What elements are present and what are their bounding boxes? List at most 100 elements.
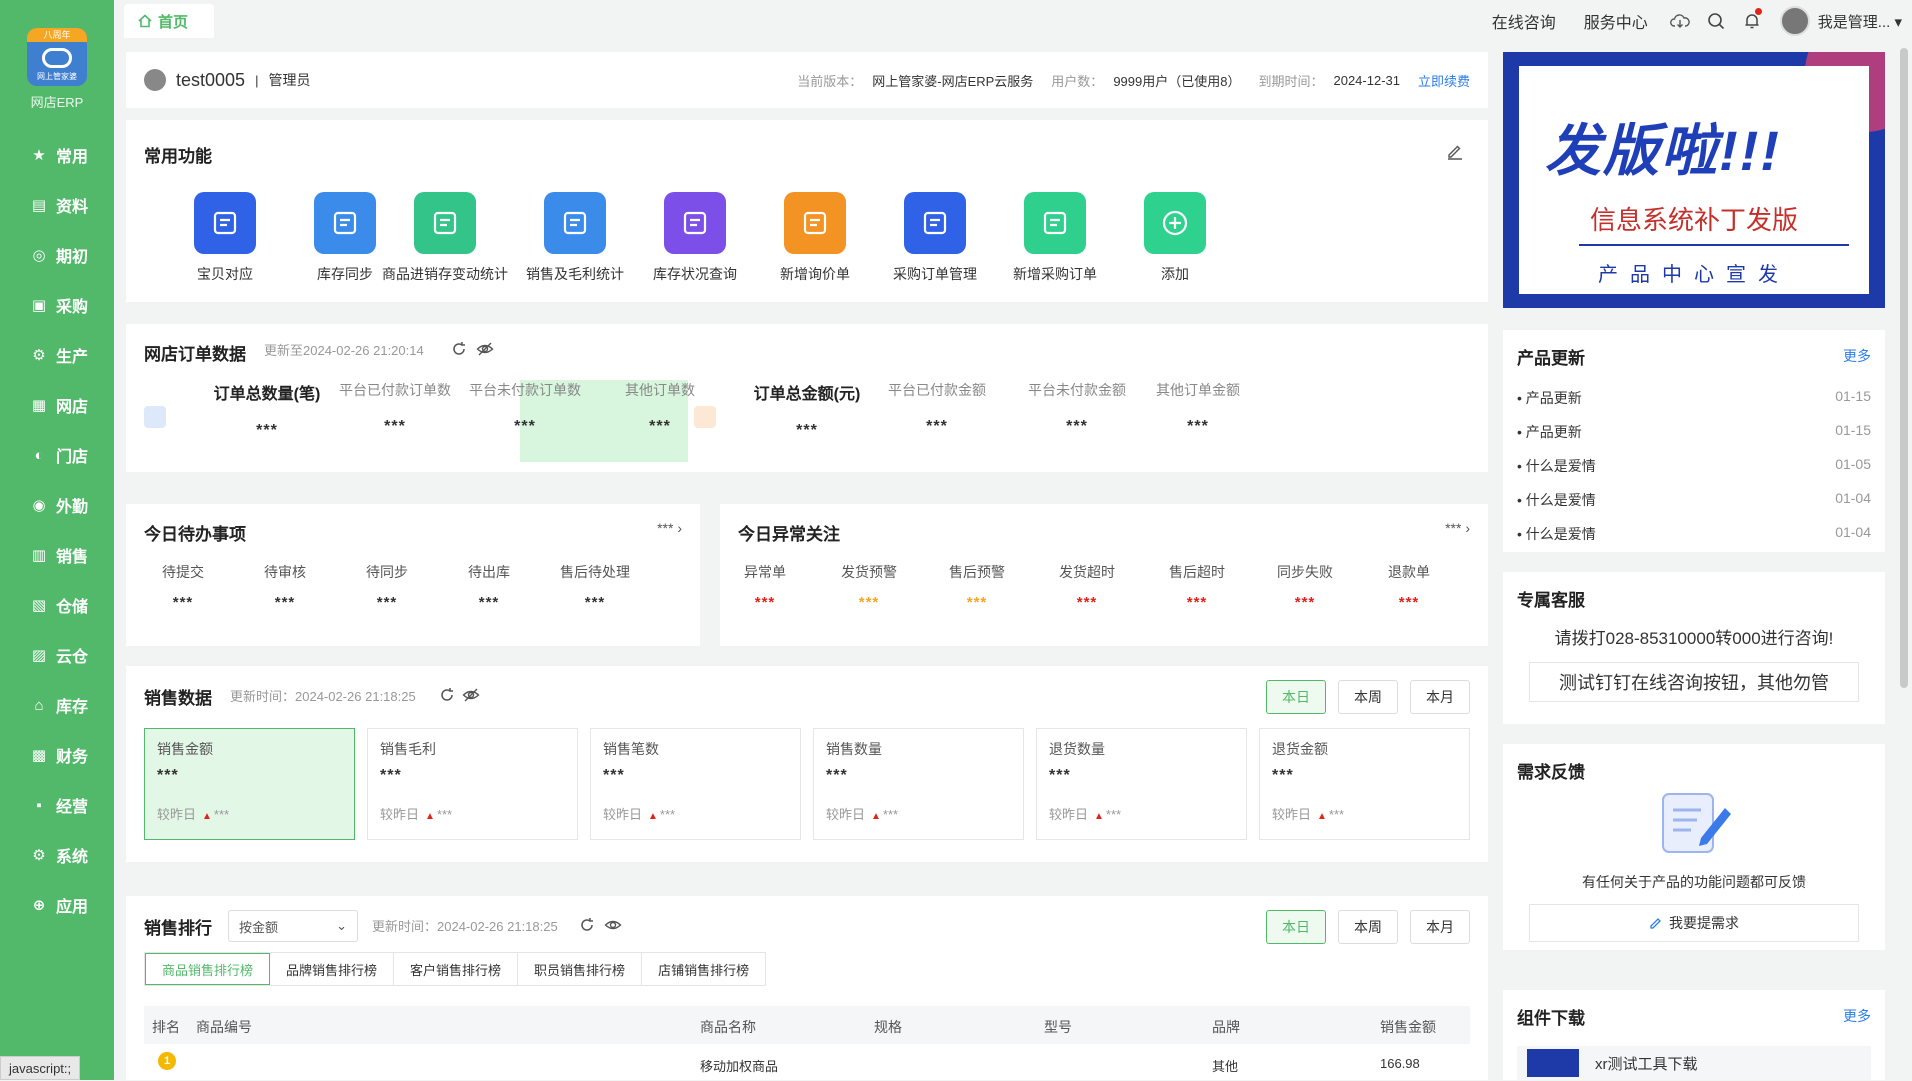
update-item[interactable]: • 什么是爱情 01-05: [1517, 456, 1871, 476]
abnormal-item[interactable]: 发货超时 ***: [1042, 562, 1132, 611]
ranking-tab[interactable]: 店铺销售排行榜: [642, 953, 765, 985]
table-header-cell[interactable]: 品牌: [1212, 1017, 1240, 1037]
table-header-cell[interactable]: 规格: [874, 1017, 902, 1037]
ranking-tab[interactable]: 职员销售排行榜: [518, 953, 643, 985]
abnormal-item[interactable]: 同步失败 ***: [1260, 562, 1350, 611]
order-stat[interactable]: 其他订单数 ***: [596, 380, 724, 436]
sidebar-item-target[interactable]: ◎ 期初: [0, 230, 114, 280]
downloads-more-link[interactable]: 更多: [1843, 1006, 1871, 1026]
sidebar-item-factory[interactable]: ⚙ 生产: [0, 330, 114, 380]
updates-more-link[interactable]: 更多: [1843, 346, 1871, 366]
sales-metric-card[interactable]: 销售笔数 *** 较昨日 ▲ ***: [590, 728, 801, 840]
abnormal-item[interactable]: 退款单 ***: [1364, 562, 1454, 611]
service-consult-button[interactable]: 测试钉钉在线咨询按钮，其他勿管: [1529, 662, 1859, 702]
tab-home[interactable]: 首页: [124, 4, 214, 38]
sales-period-button[interactable]: 本月: [1410, 680, 1470, 714]
sales-period-button[interactable]: 本日: [1266, 680, 1326, 714]
todo-item[interactable]: 待审核 ***: [240, 562, 330, 611]
cloud-download-icon[interactable]: [1662, 0, 1698, 42]
todo-item[interactable]: 待出库 ***: [444, 562, 534, 611]
sales-metric-card[interactable]: 退货数量 *** 较昨日 ▲ ***: [1036, 728, 1247, 840]
table-row[interactable]: 1 移动加权商品 其他 166.98: [144, 1044, 1470, 1080]
sidebar-item-cart[interactable]: ▣ 采购: [0, 280, 114, 330]
ranking-period-button[interactable]: 本月: [1410, 910, 1470, 944]
table-header-cell[interactable]: 商品名称: [700, 1017, 756, 1037]
ranking-sort-select[interactable]: 按金额 ⌄: [228, 910, 358, 942]
todo-item[interactable]: 待同步 ***: [342, 562, 432, 611]
sidebar-item-chart[interactable]: ▥ 销售: [0, 530, 114, 580]
refresh-icon[interactable]: [450, 340, 468, 358]
arrow-up-icon: ▲: [425, 811, 435, 822]
table-header-cell[interactable]: 商品编号: [196, 1017, 252, 1037]
eye-off-icon[interactable]: [462, 686, 480, 704]
download-item[interactable]: xr测试工具下载: [1517, 1046, 1871, 1080]
order-stat[interactable]: 订单总金额(元) ***: [732, 380, 882, 440]
sales-metric-card[interactable]: 销售毛利 *** 较昨日 ▲ ***: [367, 728, 578, 840]
sidebar-item-cloud-warehouse[interactable]: ▨ 云仓: [0, 630, 114, 680]
sidebar-item-document[interactable]: ▤ 资料: [0, 180, 114, 230]
sales-metric-card[interactable]: 销售金额 *** 较昨日 ▲ ***: [144, 728, 355, 840]
function-icon: [1024, 192, 1086, 254]
abnormal-item[interactable]: 异常单 ***: [720, 562, 810, 611]
order-stat[interactable]: 平台未付款订单数 ***: [444, 380, 606, 436]
eye-off-icon[interactable]: [476, 340, 494, 358]
update-item[interactable]: • 产品更新 01-15: [1517, 388, 1871, 408]
ranking-period-button[interactable]: 本周: [1338, 910, 1398, 944]
service-center-button[interactable]: 服务中心: [1570, 9, 1662, 33]
submit-request-button[interactable]: 我要提需求: [1529, 904, 1859, 942]
page-scrollbar[interactable]: [1900, 48, 1908, 688]
sidebar-item-business[interactable]: ▪ 经营: [0, 780, 114, 830]
sidebar-item-apps[interactable]: ⊕ 应用: [0, 880, 114, 930]
todo-item-value: ***: [584, 594, 606, 611]
order-stat[interactable]: 平台已付款金额 ***: [872, 380, 1002, 436]
sales-metric-card[interactable]: 退货金额 *** 较昨日 ▲ ***: [1259, 728, 1470, 840]
sidebar-item-shop[interactable]: ▦ 网店: [0, 380, 114, 430]
ranking-tab[interactable]: 品牌销售排行榜: [270, 953, 395, 985]
sidebar-item-field[interactable]: ◉ 外勤: [0, 480, 114, 530]
user-name: 我是管理...: [1817, 13, 1891, 31]
edit-icon[interactable]: [1446, 142, 1464, 160]
refresh-icon[interactable]: [578, 916, 596, 934]
search-icon[interactable]: [1698, 0, 1734, 42]
abnormal-more-button[interactable]: *** ›: [1445, 520, 1470, 536]
table-header-cell[interactable]: 排名: [152, 1017, 180, 1037]
sidebar-item-finance[interactable]: ▩ 财务: [0, 730, 114, 780]
abnormal-item[interactable]: 发货预警 ***: [824, 562, 914, 611]
release-banner[interactable]: 发版啦!!! 信息系统补丁发版 产品中心宣发: [1503, 52, 1885, 308]
update-item[interactable]: • 什么是爱情 01-04: [1517, 524, 1871, 544]
compare-value: ***: [213, 807, 230, 822]
sidebar-item-star[interactable]: ★ 常用: [0, 130, 114, 180]
ranking-tab[interactable]: 商品销售排行榜: [145, 953, 271, 985]
todo-item[interactable]: 待提交 ***: [138, 562, 228, 611]
app-logo[interactable]: 八周年 网上管家婆: [27, 28, 87, 86]
function-shortcut[interactable]: 商品进销存变动统计: [372, 180, 518, 284]
sidebar-item-inventory[interactable]: ⌂ 库存: [0, 680, 114, 730]
refresh-icon[interactable]: [438, 686, 456, 704]
abnormal-item[interactable]: 售后超时 ***: [1152, 562, 1242, 611]
table-header-cell[interactable]: 销售金额: [1380, 1017, 1436, 1037]
compare-value: ***: [1328, 807, 1345, 822]
table-header-cell[interactable]: 型号: [1044, 1017, 1072, 1037]
sidebar-item-warehouse[interactable]: ▧ 仓储: [0, 580, 114, 630]
order-stat[interactable]: 其他订单金额 ***: [1128, 380, 1268, 436]
sales-period-button[interactable]: 本周: [1338, 680, 1398, 714]
sidebar-item-system[interactable]: ⚙ 系统: [0, 830, 114, 880]
ranking-tab[interactable]: 客户销售排行榜: [394, 953, 519, 985]
add-function-button[interactable]: 添加: [1102, 180, 1248, 284]
sales-metric-card[interactable]: 销售数量 *** 较昨日 ▲ ***: [813, 728, 1024, 840]
avatar[interactable]: [1779, 6, 1810, 36]
update-item[interactable]: • 什么是爱情 01-04: [1517, 490, 1871, 510]
user-menu[interactable]: 我是管理... ▾: [1818, 11, 1902, 32]
ranking-period-button[interactable]: 本日: [1266, 910, 1326, 944]
version-value: 网上管家婆-网店ERP云服务: [872, 73, 1034, 89]
renew-link[interactable]: 立即续费: [1418, 71, 1470, 90]
sidebar-item-store[interactable]: ◐ 门店: [0, 430, 114, 480]
eye-icon[interactable]: [604, 916, 622, 934]
abnormal-item[interactable]: 售后预警 ***: [932, 562, 1022, 611]
todo-more-button[interactable]: *** ›: [657, 520, 682, 536]
todo-item[interactable]: 售后待处理 ***: [550, 562, 640, 611]
online-consult-button[interactable]: 在线咨询: [1478, 9, 1570, 33]
arrow-up-icon: ▲: [871, 811, 881, 822]
bell-icon[interactable]: [1734, 0, 1770, 42]
update-item[interactable]: • 产品更新 01-15: [1517, 422, 1871, 442]
